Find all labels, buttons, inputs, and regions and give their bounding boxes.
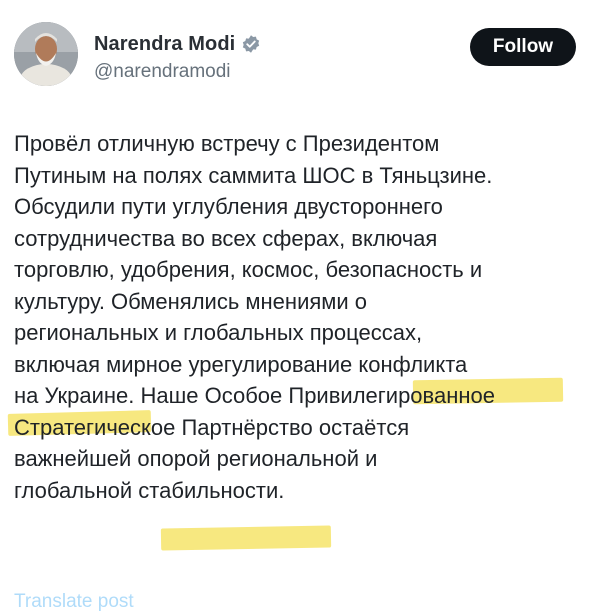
translate-link[interactable]: Translate post: [14, 591, 134, 613]
tweet-text: Провёл отличную встречу с Президентом Пу…: [14, 131, 495, 503]
highlight-marker: [160, 525, 332, 551]
display-name[interactable]: Narendra Modi: [94, 33, 235, 56]
avatar-image: [14, 22, 78, 86]
follow-button[interactable]: Follow: [470, 28, 576, 66]
verified-badge-icon: [241, 34, 261, 54]
tweet-card: Narendra Modi @narendramodi Follow Провё…: [0, 0, 601, 612]
user-handle[interactable]: @narendramodi: [94, 61, 261, 83]
avatar[interactable]: [14, 22, 78, 86]
user-name-block: Narendra Modi @narendramodi: [94, 31, 261, 83]
